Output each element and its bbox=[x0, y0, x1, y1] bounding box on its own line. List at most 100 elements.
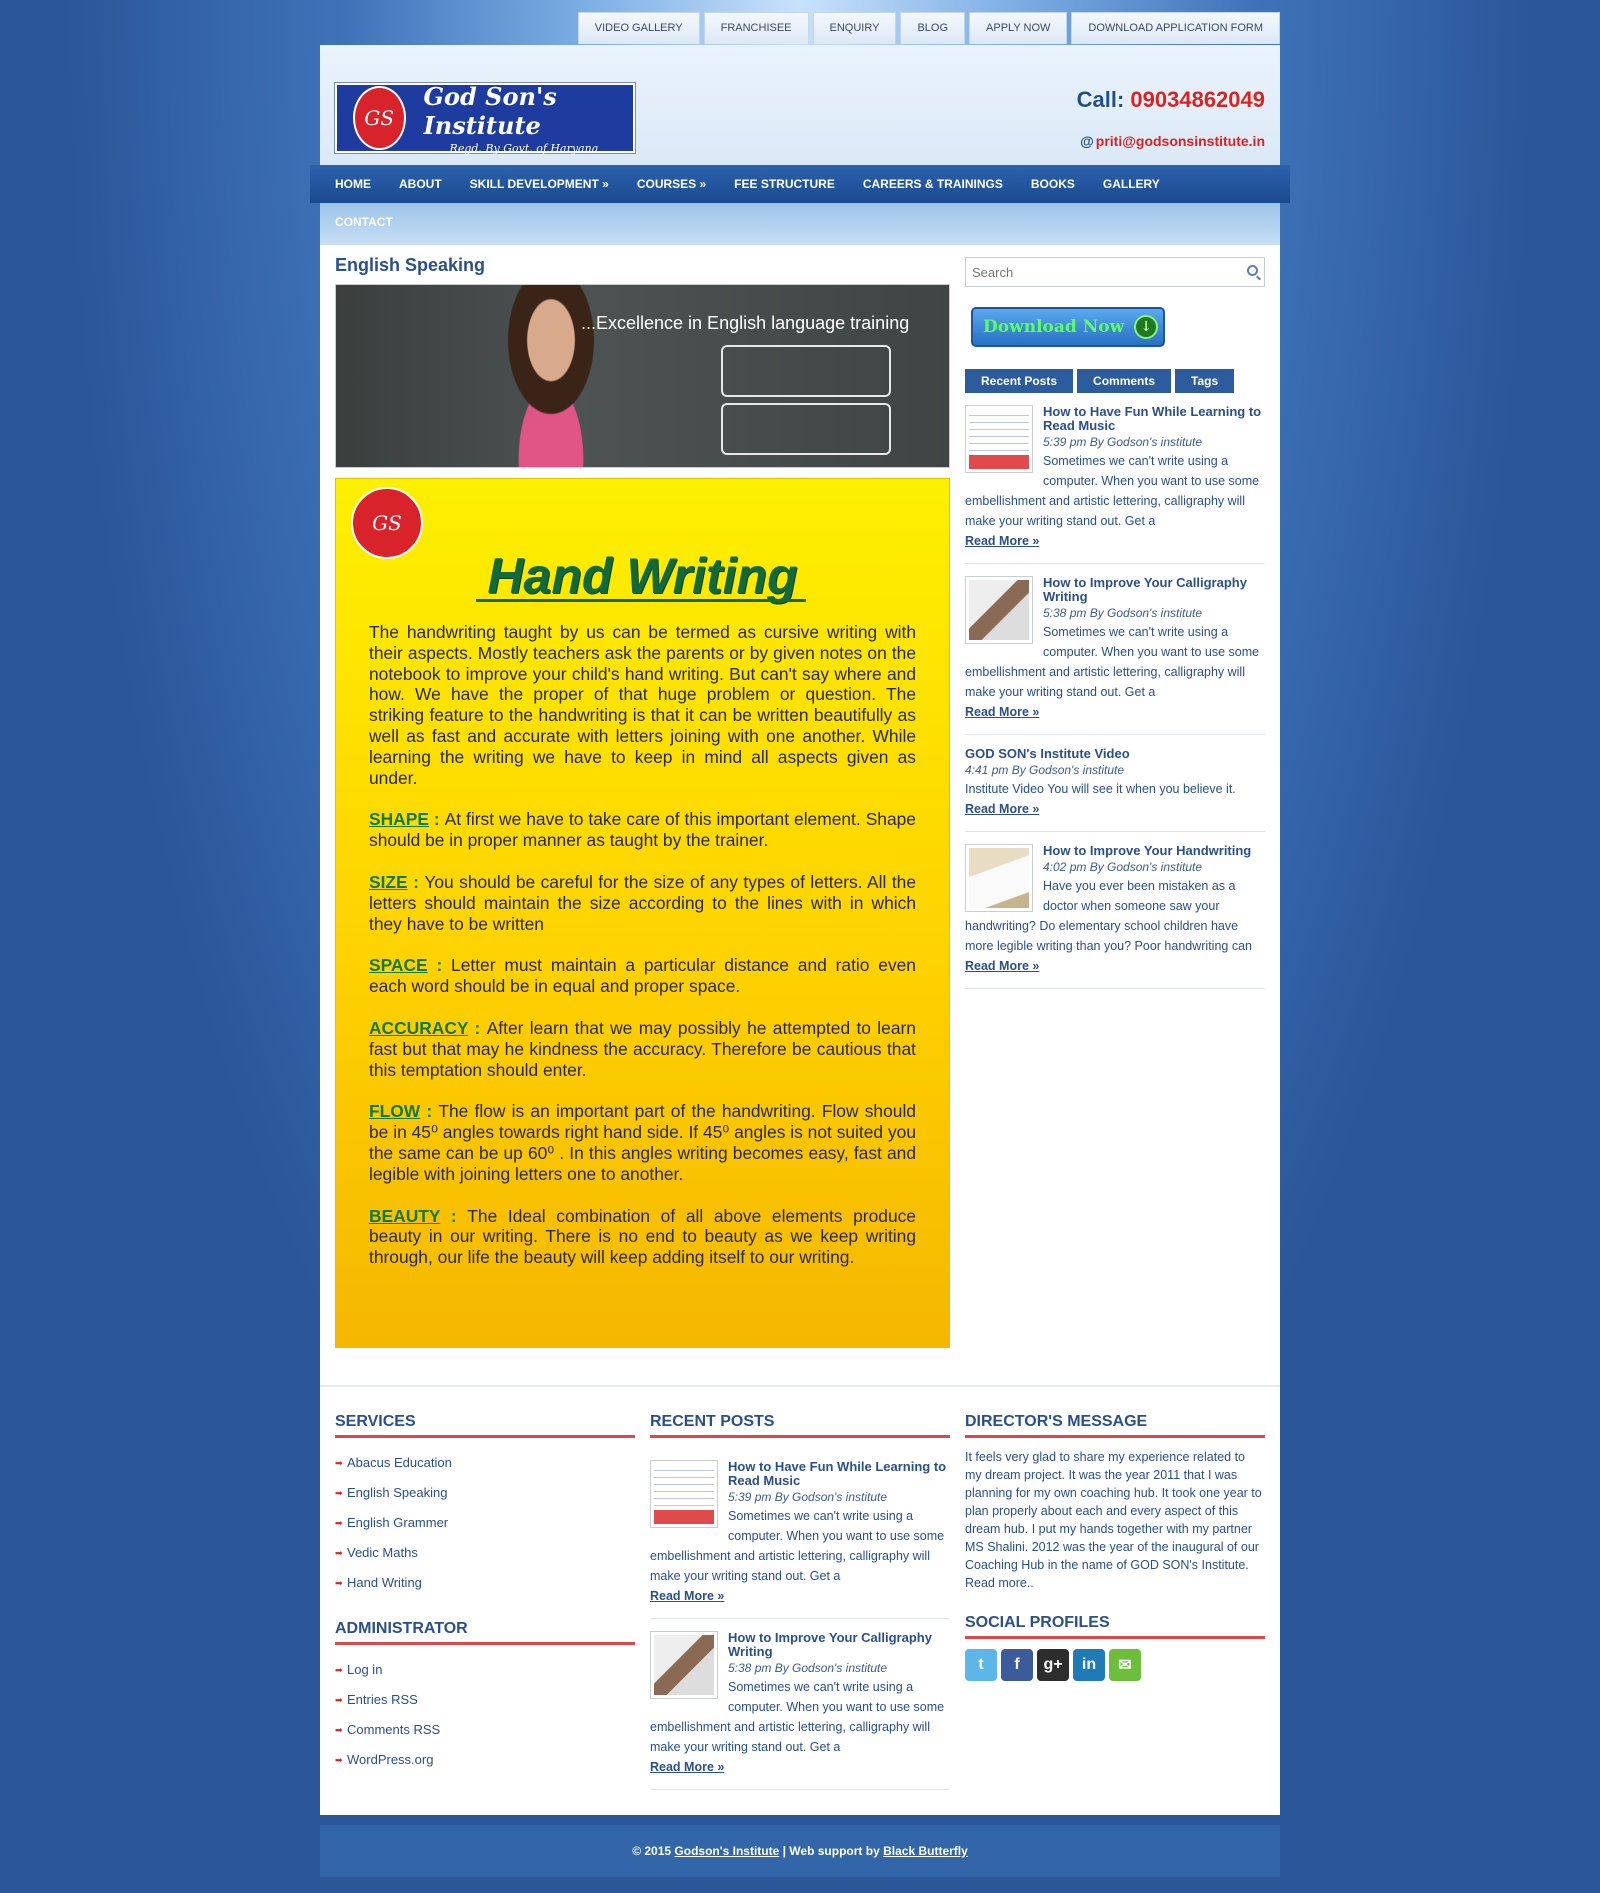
social-profiles: t f g+ in ✉ bbox=[965, 1649, 1265, 1681]
item-separator: : bbox=[407, 871, 425, 892]
admin-link-entries-rss[interactable]: Entries RSS bbox=[335, 1685, 635, 1715]
topnav-video-gallery[interactable]: VIDEO GALLERY bbox=[577, 12, 700, 44]
admin-link-wordpress-org[interactable]: WordPress.org bbox=[335, 1745, 635, 1775]
footer-director-column: DIRECTOR'S MESSAGE It feels very glad to… bbox=[965, 1413, 1265, 1681]
item-text: At first we have to take care of this im… bbox=[369, 809, 916, 851]
nav-skill-development[interactable]: SKILL DEVELOPMENT » bbox=[470, 177, 609, 191]
nav-books[interactable]: BOOKS bbox=[1031, 177, 1075, 191]
logo-emblem-icon: GS bbox=[353, 86, 406, 150]
site-link[interactable]: Godson's Institute bbox=[674, 1844, 779, 1858]
item-key: SIZE bbox=[369, 871, 408, 892]
search-input[interactable] bbox=[966, 258, 1226, 286]
service-link-hand-writing[interactable]: Hand Writing bbox=[335, 1568, 635, 1598]
post-item: How to Have Fun While Learning to Read M… bbox=[650, 1448, 950, 1619]
nav-about[interactable]: ABOUT bbox=[399, 177, 442, 191]
site-logo[interactable]: GS God Son's Institute Regd. By Govt. of… bbox=[335, 81, 635, 155]
post-thumbnail[interactable] bbox=[965, 405, 1033, 473]
item-separator: : bbox=[468, 1017, 487, 1038]
search-box bbox=[965, 257, 1265, 287]
director-message: It feels very glad to share my experienc… bbox=[965, 1450, 1262, 1590]
main-column: English Speaking ...Excellence in Englis… bbox=[335, 255, 950, 1348]
topnav-franchisee[interactable]: FRANCHISEE bbox=[703, 12, 809, 44]
post-thumbnail-image bbox=[969, 580, 1029, 640]
item-separator: : bbox=[440, 1205, 468, 1226]
nav-fee-structure[interactable]: FEE STRUCTURE bbox=[734, 177, 835, 191]
banner-box bbox=[721, 403, 891, 455]
email-address[interactable]: priti@godsonsinstitute.in bbox=[1096, 133, 1265, 149]
service-link-english-speaking[interactable]: English Speaking bbox=[335, 1478, 635, 1508]
download-label: Download Now bbox=[983, 317, 1125, 337]
nav-careers-trainings[interactable]: CAREERS & TRAININGS bbox=[863, 177, 1003, 191]
handwriting-item: BEAUTY : The Ideal combination of all ab… bbox=[369, 1206, 916, 1268]
post-item: How to Have Fun While Learning to Read M… bbox=[965, 393, 1265, 564]
admin-link-comments-rss[interactable]: Comments RSS bbox=[335, 1715, 635, 1745]
topnav-blog[interactable]: BLOG bbox=[900, 12, 966, 44]
post-title[interactable]: GOD SON's Institute Video bbox=[965, 747, 1265, 761]
item-separator: : bbox=[428, 809, 445, 830]
item-key: SPACE bbox=[369, 955, 428, 976]
post-item: GOD SON's Institute Video 4:41 pm By Gods… bbox=[965, 735, 1265, 832]
tab-comments[interactable]: Comments bbox=[1077, 369, 1172, 393]
title-underline bbox=[476, 599, 806, 602]
banner-tagline: ...Excellence in English language traini… bbox=[581, 313, 910, 333]
post-meta: 4:41 pm By Godson's institute bbox=[965, 763, 1125, 777]
handwriting-item: ACCURACY : After learn that we may possi… bbox=[369, 1018, 916, 1080]
service-link-abacus-education[interactable]: Abacus Education bbox=[335, 1448, 635, 1478]
post-thumbnail-image bbox=[969, 409, 1029, 469]
at-icon: @ bbox=[1080, 133, 1094, 149]
tab-tags[interactable]: Tags bbox=[1175, 369, 1235, 393]
read-more-link[interactable]: Read More » bbox=[965, 531, 1265, 551]
post-thumbnail[interactable] bbox=[650, 1460, 718, 1528]
logo-subtitle: Regd. By Govt. of Haryana bbox=[449, 141, 599, 155]
item-key: BEAUTY bbox=[369, 1205, 441, 1226]
item-separator: : bbox=[420, 1101, 439, 1122]
download-arrow-icon: ↓ bbox=[1134, 315, 1159, 339]
twitter-icon[interactable]: t bbox=[965, 1649, 997, 1681]
topnav-download-application-form[interactable]: DOWNLOAD APPLICATION FORM bbox=[1071, 12, 1280, 44]
item-text: Letter must maintain a particular distan… bbox=[369, 955, 916, 997]
services-heading: SERVICES bbox=[335, 1413, 635, 1438]
call-number[interactable]: 09034862049 bbox=[1130, 87, 1265, 112]
read-more-link[interactable]: Read More » bbox=[650, 1586, 950, 1606]
item-key: SHAPE bbox=[369, 809, 429, 830]
email-info[interactable]: @ priti@godsonsinstitute.in bbox=[1080, 133, 1265, 149]
footer-services-column: SERVICES Abacus EducationEnglish Speakin… bbox=[335, 1413, 635, 1775]
read-more-link[interactable]: Read More » bbox=[965, 956, 1265, 976]
administrator-heading: ADMINISTRATOR bbox=[335, 1620, 635, 1645]
post-thumbnail[interactable] bbox=[965, 576, 1033, 644]
read-more-link[interactable]: Read More » bbox=[965, 799, 1265, 819]
copyright-text: © 2015 bbox=[632, 1844, 675, 1858]
email-icon[interactable]: ✉ bbox=[1109, 1649, 1141, 1681]
post-thumbnail[interactable] bbox=[965, 844, 1033, 912]
director-heading: DIRECTOR'S MESSAGE bbox=[965, 1413, 1265, 1438]
search-icon[interactable] bbox=[1247, 265, 1258, 276]
sidebar-tabs: Recent Posts Comments Tags bbox=[965, 369, 1265, 393]
admin-link-log-in[interactable]: Log in bbox=[335, 1655, 635, 1685]
service-link-vedic-maths[interactable]: Vedic Maths bbox=[335, 1538, 635, 1568]
vendor-link[interactable]: Black Butterfly bbox=[883, 1844, 968, 1858]
post-thumbnail-image bbox=[969, 848, 1029, 908]
nav-home[interactable]: HOME bbox=[335, 177, 371, 191]
handwriting-item: FLOW : The flow is an important part of … bbox=[369, 1101, 916, 1184]
read-more-link[interactable]: Read More » bbox=[965, 702, 1265, 722]
post-thumbnail[interactable] bbox=[650, 1631, 718, 1699]
read-more-link[interactable]: Read More » bbox=[650, 1757, 950, 1777]
facebook-icon[interactable]: f bbox=[1001, 1649, 1033, 1681]
topnav-enquiry[interactable]: ENQUIRY bbox=[812, 12, 897, 44]
logo-title: God Son's Institute bbox=[423, 81, 557, 140]
google-plus-icon[interactable]: g+ bbox=[1037, 1649, 1069, 1681]
nav-courses[interactable]: COURSES » bbox=[637, 177, 706, 191]
item-key: FLOW bbox=[369, 1101, 421, 1122]
post-item: How to Improve Your Handwriting 4:02 pm B… bbox=[965, 832, 1265, 989]
post-item: How to Improve Your Calligraphy Writing 5… bbox=[965, 564, 1265, 735]
topnav-apply-now[interactable]: APPLY NOW bbox=[969, 12, 1068, 44]
page-title: English Speaking bbox=[335, 255, 486, 275]
nav-contact[interactable]: CONTACT bbox=[335, 215, 393, 229]
english-banner-image: ...Excellence in English language traini… bbox=[335, 284, 950, 468]
nav-gallery[interactable]: GALLERY bbox=[1103, 177, 1160, 191]
handwriting-body: The handwriting taught by us can be term… bbox=[369, 622, 916, 1289]
service-link-english-grammer[interactable]: English Grammer bbox=[335, 1508, 635, 1538]
linkedin-icon[interactable]: in bbox=[1073, 1649, 1105, 1681]
tab-recent-posts[interactable]: Recent Posts bbox=[965, 369, 1074, 393]
download-now-button[interactable]: Download Now ↓ bbox=[971, 307, 1165, 347]
